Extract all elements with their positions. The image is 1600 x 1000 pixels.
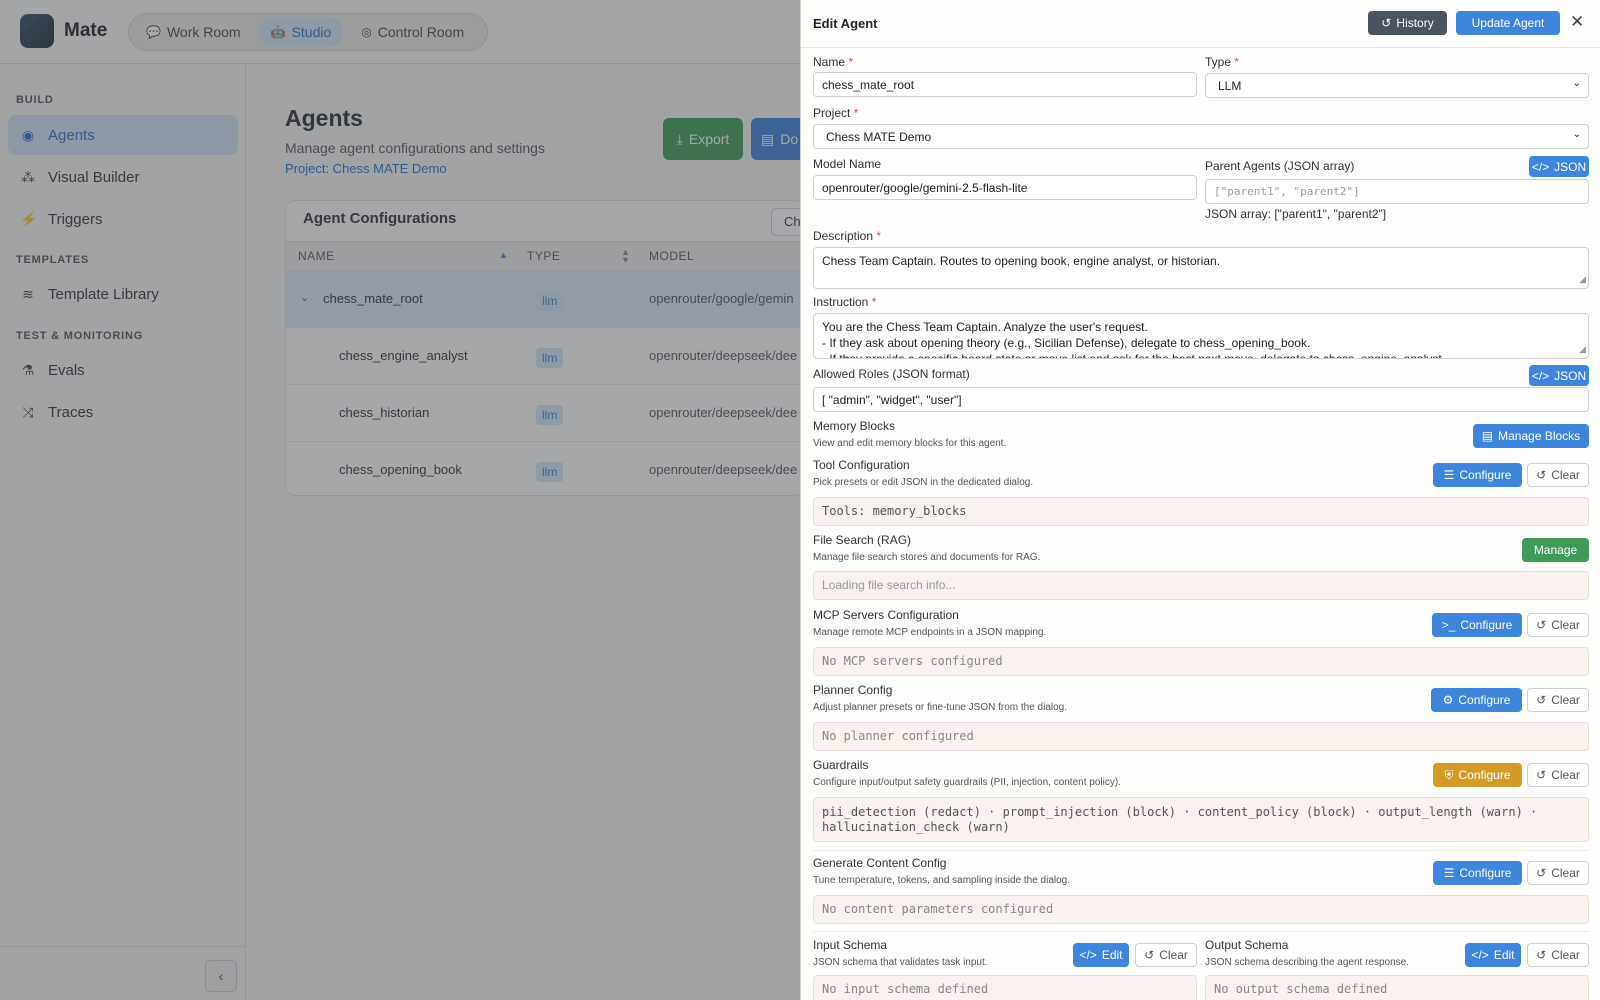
tool-configuration-label: Tool Configuration [813,458,910,472]
mcp-preview: No MCP servers configured [813,647,1589,676]
guardrails-hint: Configure input/output safety guardrails… [813,777,1121,788]
planner-preview: No planner configured [813,722,1589,751]
chevron-down-icon: ⌄ [1572,78,1581,89]
undo-icon: ↺ [1144,948,1155,962]
undo-icon: ↺ [1536,866,1547,880]
parent-agents-input[interactable]: ["parent1", "parent2"] [1205,179,1589,204]
input-schema-edit-button[interactable]: </> Edit [1073,943,1129,967]
output-schema-edit-button[interactable]: </> Edit [1465,943,1521,967]
file-search-label: File Search (RAG) [813,533,912,547]
undo-icon: ↺ [1536,618,1547,632]
gencontent-preview: No content parameters configured [813,895,1589,924]
output-schema-preview: No output schema defined [1205,975,1589,1000]
mcp-servers-hint: Manage remote MCP endpoints in a JSON ma… [813,627,1047,638]
description-label: Description * [813,229,882,243]
guardrails-label: Guardrails [813,758,869,772]
section-divider [813,850,1589,851]
guardrails-preview: pii_detection (redact) · prompt_injectio… [813,797,1589,842]
model-name-input[interactable]: openrouter/google/gemini-2.5-flash-lite [813,175,1197,200]
mcp-clear-button[interactable]: ↺ Clear [1527,613,1589,637]
modal-backdrop[interactable] [0,0,800,1000]
update-agent-button[interactable]: Update Agent [1456,11,1560,35]
parent-json-button[interactable]: </> JSON [1529,156,1589,177]
type-label: Type * [1205,55,1240,69]
planner-config-label: Planner Config [813,683,893,697]
input-schema-preview: No input schema defined [813,975,1197,1000]
undo-icon: ↺ [1536,768,1547,782]
tools-preview: Tools: memory_blocks [813,497,1589,526]
planner-configure-button[interactable]: ⚙ Configure [1431,688,1522,712]
project-select[interactable]: Chess MATE Demo ⌄ [813,124,1589,149]
name-input[interactable]: chess_mate_root [813,72,1197,97]
guardrails-clear-button[interactable]: ↺ Clear [1527,763,1589,787]
code-icon: </> [1531,368,1550,383]
undo-icon: ↺ [1536,948,1547,962]
drawer-header: Edit Agent ↺ History Update Agent ✕ [801,0,1600,48]
instruction-label: Instruction * [813,295,877,309]
history-icon: ↺ [1381,16,1392,30]
memory-blocks-label: Memory Blocks [813,419,896,433]
edit-agent-drawer: Edit Agent ↺ History Update Agent ✕ Name … [800,0,1600,1000]
generate-content-hint: Tune temperature, tokens, and sampling i… [813,875,1071,886]
code-icon: </> [1531,159,1550,174]
chevron-down-icon: ⌄ [1572,129,1581,140]
gears-icon: ⚙ [1442,693,1454,707]
undo-icon: ↺ [1536,693,1547,707]
mcp-configure-button[interactable]: >_ Configure [1432,613,1522,637]
undo-icon: ↺ [1536,468,1547,482]
name-label: Name * [813,55,854,69]
terminal-icon: >_ [1441,618,1456,632]
memory-blocks-hint: View and edit memory blocks for this age… [813,438,1007,449]
input-schema-hint: JSON schema that validates task input. [813,957,988,968]
description-textarea[interactable]: Chess Team Captain. Routes to opening bo… [813,247,1589,289]
tools-configure-button[interactable]: ☰ Configure [1433,463,1522,487]
parent-agents-hint: JSON array: ["parent1", "parent2"] [1205,207,1387,221]
tools-clear-button[interactable]: ↺ Clear [1527,463,1589,487]
output-schema-label: Output Schema [1205,938,1289,952]
mcp-servers-label: MCP Servers Configuration [813,608,959,622]
code-icon: </> [1471,948,1489,962]
generate-content-label: Generate Content Config [813,856,947,870]
drawer-title: Edit Agent [813,16,878,31]
model-name-label: Model Name [813,157,882,171]
roles-json-button[interactable]: </> JSON [1529,365,1589,386]
input-schema-label: Input Schema [813,938,888,952]
planner-config-hint: Adjust planner presets or fine-tune JSON… [813,702,1068,713]
sliders-icon: ☰ [1443,866,1455,880]
instruction-textarea[interactable]: You are the Chess Team Captain. Analyze … [813,313,1589,359]
resize-handle-icon[interactable]: ◢ [1579,271,1586,287]
tool-configuration-hint: Pick presets or edit JSON in the dedicat… [813,477,1034,488]
file-search-preview: Loading file search info... [813,571,1589,600]
close-icon[interactable]: ✕ [1570,12,1584,32]
file-search-hint: Manage file search stores and documents … [813,552,1041,563]
sliders-icon: ☰ [1443,468,1455,482]
output-schema-clear-button[interactable]: ↺ Clear [1527,943,1589,967]
parent-agents-label: Parent Agents (JSON array) [1205,159,1355,173]
type-select[interactable]: LLM ⌄ [1205,73,1589,98]
gencontent-configure-button[interactable]: ☰ Configure [1433,861,1522,885]
section-divider [813,931,1589,932]
resize-handle-icon[interactable]: ◢ [1579,341,1586,357]
code-icon: </> [1079,948,1097,962]
project-label: Project * [813,106,859,120]
input-schema-clear-button[interactable]: ↺ Clear [1135,943,1197,967]
gencontent-clear-button[interactable]: ↺ Clear [1527,861,1589,885]
output-schema-hint: JSON schema describing the agent respons… [1205,957,1409,968]
database-icon: ▤ [1481,429,1494,443]
allowed-roles-label: Allowed Roles (JSON format) [813,367,970,381]
allowed-roles-input[interactable]: [ "admin", "widget", "user"] [813,387,1589,412]
shield-icon: ⛨ [1444,767,1454,782]
history-button[interactable]: ↺ History [1368,11,1447,35]
file-search-manage-button[interactable]: Manage [1522,538,1589,562]
guardrails-configure-button[interactable]: ⛨ Configure [1433,763,1522,787]
planner-clear-button[interactable]: ↺ Clear [1527,688,1589,712]
manage-blocks-button[interactable]: ▤ Manage Blocks [1473,424,1589,448]
